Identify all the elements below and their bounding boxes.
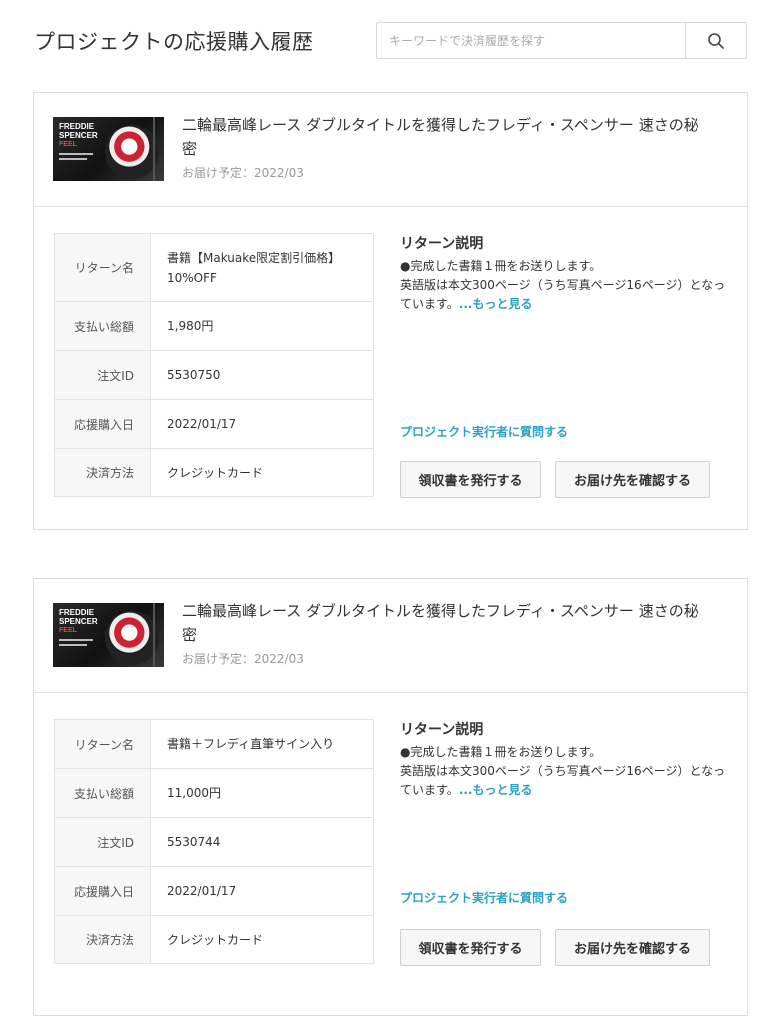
return-description-text: ●完成した書籍１冊をお送りします。英語版は本文300ページ（うち写真ページ16ペ… [400,743,730,800]
description-line: 英語版は本文300ページ（うち写真ページ16ページ）となっています。 [400,764,726,797]
return-description-text: ●完成した書籍１冊をお送りします。英語版は本文300ページ（うち写真ページ16ペ… [400,257,730,314]
table-row: 応援購入日 2022/01/17 [54,866,374,916]
project-thumbnail[interactable]: FREDDIE SPENCER FEEL [53,603,164,667]
thumbnail-line [59,158,87,160]
thumbnail-line [59,639,93,641]
row-label: 応援購入日 [54,866,151,916]
table-row: 注文ID 5530750 [54,350,374,400]
row-value: 書籍【Makuake限定割引価格】10%OFF [167,250,341,285]
project-title[interactable]: 二輪最高峰レース ダブルタイトルを獲得したフレディ・スペンサー 速さの秘密 [182,599,712,647]
row-value: 5530750 [150,350,374,400]
ask-creator-link[interactable]: プロジェクト実行者に質問する [400,423,568,440]
table-row: 決済方法 クレジットカード [54,915,374,964]
order-card-header: FREDDIE SPENCER FEEL 二輪最高峰レース ダブルタイトルを獲得… [34,579,747,693]
see-more-link[interactable]: ...もっと見る [459,783,533,797]
row-label: 注文ID [54,350,151,400]
row-label: 支払い総額 [54,301,151,351]
project-thumbnail[interactable]: FREDDIE SPENCER FEEL [53,117,164,181]
row-label: 決済方法 [54,448,151,497]
search-icon [708,32,724,49]
see-more-link[interactable]: ...もっと見る [459,297,533,311]
search-button[interactable] [685,23,746,58]
row-label: 決済方法 [54,915,151,964]
row-value: 11,000円 [150,768,374,818]
row-value: 5530744 [150,817,374,867]
table-row: 注文ID 5530744 [54,817,374,867]
row-value: 書籍＋フレディ直筆サイン入り [167,737,335,751]
return-description-title: リターン説明 [400,236,484,252]
return-description: リターン説明 ●完成した書籍１冊をお送りします。英語版は本文300ページ（うち写… [400,719,730,800]
description-line: 英語版は本文300ページ（うち写真ページ16ページ）となっています。 [400,278,726,311]
delivery-date: お届け予定：2022/03 [182,652,304,666]
table-row: リターン名 書籍＋フレディ直筆サイン入り [54,719,374,769]
thumbnail-stripe [153,603,155,667]
page-title: プロジェクトの応援購入履歴 [34,30,314,54]
thumbnail-stripe [153,117,155,181]
thumbnail-title: FREDDIE SPENCER [59,608,98,626]
thumbnail-line [59,644,87,646]
table-row: 支払い総額 11,000円 [54,768,374,818]
order-card: FREDDIE SPENCER FEEL 二輪最高峰レース ダブルタイトルを獲得… [33,578,748,1016]
issue-receipt-button[interactable]: 領収書を発行する [400,929,541,966]
row-label: 注文ID [54,817,151,867]
row-value: クレジットカード [150,448,374,497]
description-line: ●完成した書籍１冊をお送りします。 [400,259,602,273]
ask-creator-link[interactable]: プロジェクト実行者に質問する [400,889,568,906]
order-card: FREDDIE SPENCER FEEL 二輪最高峰レース ダブルタイトルを獲得… [33,92,748,530]
confirm-address-button[interactable]: お届け先を確認する [555,461,710,498]
rider-image [105,125,159,179]
table-row: 応援購入日 2022/01/17 [54,399,374,449]
thumbnail-title: FREDDIE SPENCER [59,122,98,140]
row-value: クレジットカード [150,915,374,964]
row-label: 応援購入日 [54,399,151,449]
row-value: 2022/01/17 [150,866,374,916]
delivery-date: お届け予定：2022/03 [182,166,304,180]
table-row: 決済方法 クレジットカード [54,448,374,497]
search-bar [376,22,747,59]
return-description: リターン説明 ●完成した書籍１冊をお送りします。英語版は本文300ページ（うち写… [400,233,730,314]
row-value: 1,980円 [150,301,374,351]
order-info-table: リターン名 書籍＋フレディ直筆サイン入り 支払い総額 11,000円 注文ID … [54,719,374,964]
row-value: 2022/01/17 [150,399,374,449]
issue-receipt-button[interactable]: 領収書を発行する [400,461,541,498]
order-card-header: FREDDIE SPENCER FEEL 二輪最高峰レース ダブルタイトルを獲得… [34,93,747,207]
thumbnail-line [59,153,93,155]
return-description-title: リターン説明 [400,722,484,738]
project-title[interactable]: 二輪最高峰レース ダブルタイトルを獲得したフレディ・スペンサー 速さの秘密 [182,113,712,161]
description-line: ●完成した書籍１冊をお送りします。 [400,745,602,759]
confirm-address-button[interactable]: お届け先を確認する [555,929,710,966]
thumbnail-subtitle: FEEL [59,627,77,634]
row-label: リターン名 [54,719,151,769]
table-row: リターン名 書籍【Makuake限定割引価格】10%OFF [54,233,374,302]
order-info-table: リターン名 書籍【Makuake限定割引価格】10%OFF 支払い総額 1,98… [54,233,374,497]
rider-image [105,611,159,665]
search-input[interactable] [377,23,685,58]
row-label: リターン名 [54,233,151,302]
row-label: 支払い総額 [54,768,151,818]
thumbnail-subtitle: FEEL [59,141,77,148]
table-row: 支払い総額 1,980円 [54,301,374,351]
